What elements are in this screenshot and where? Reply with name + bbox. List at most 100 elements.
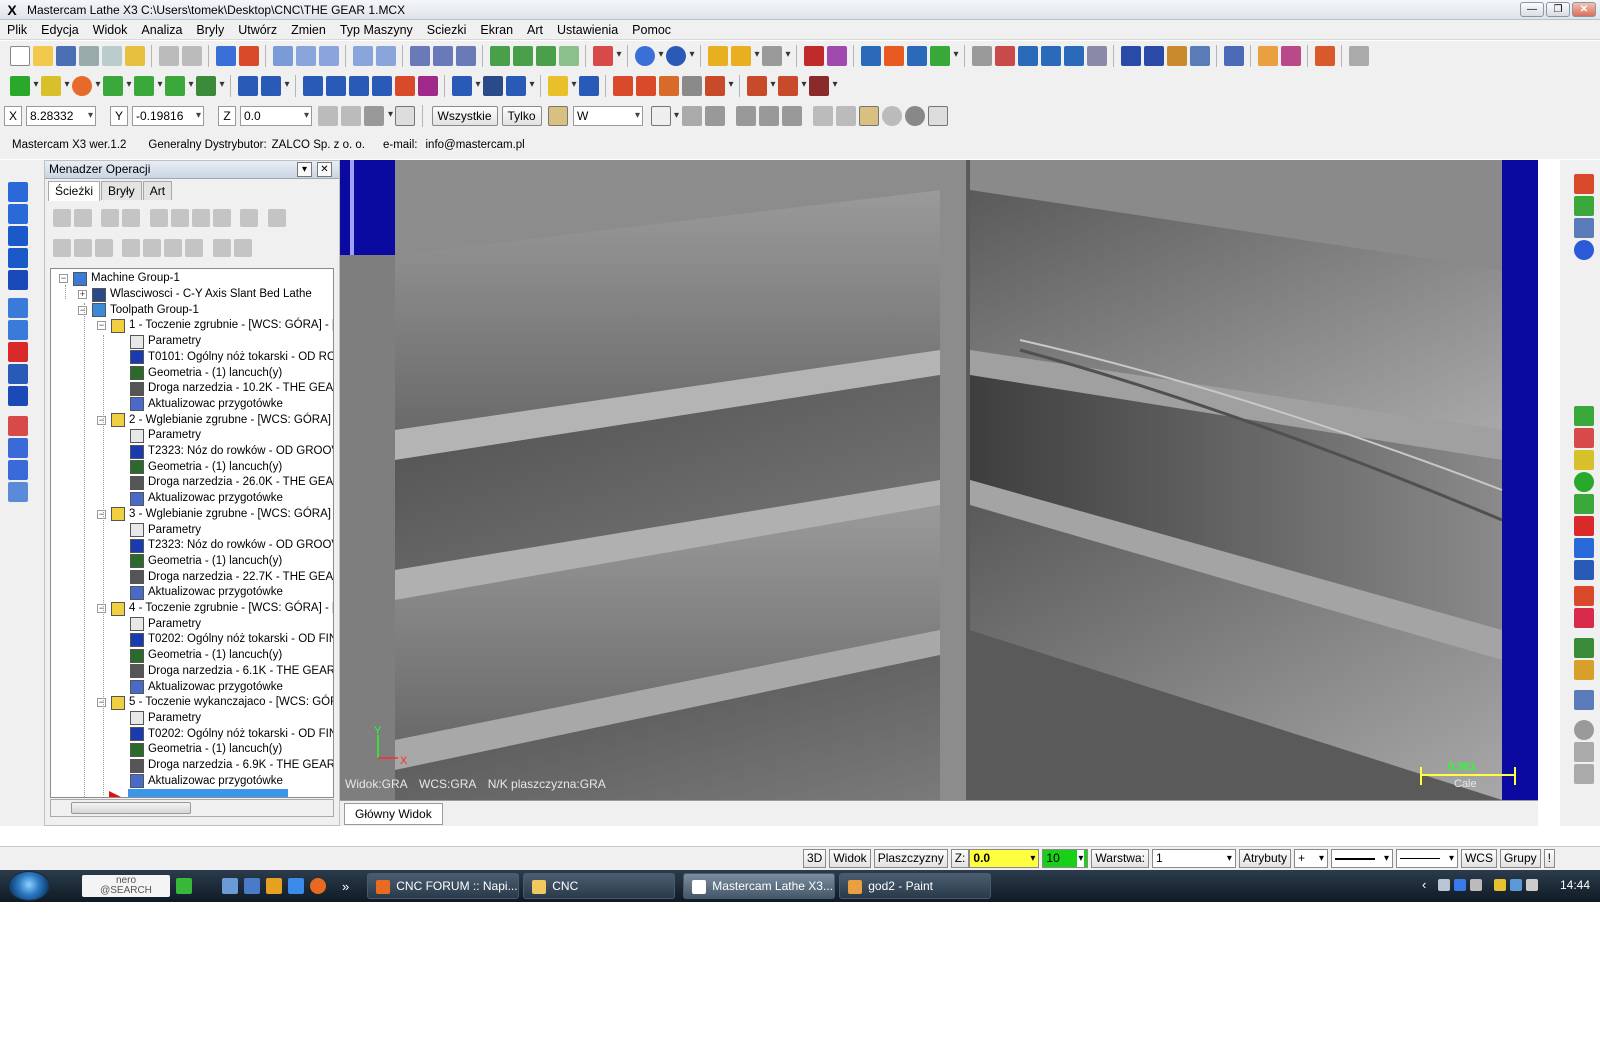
line-style-field[interactable]: ▾: [1330, 849, 1393, 868]
tree-item[interactable]: Geometria - (1) lancuch(y): [116, 459, 282, 475]
path-icon[interactable]: [578, 76, 599, 96]
print-preview-icon[interactable]: [101, 46, 122, 66]
view-cube2-icon[interactable]: [1143, 46, 1164, 66]
pan-icon[interactable]: [215, 46, 236, 66]
right-tool-9-icon[interactable]: [1573, 494, 1594, 514]
y-coord-input[interactable]: -0.19816 ▾: [132, 106, 204, 126]
lamp-icon[interactable]: [547, 76, 577, 96]
zoom-out-icon[interactable]: [352, 46, 373, 66]
system-clock[interactable]: 14:44: [1560, 878, 1590, 892]
insert-after-icon[interactable]: [164, 239, 182, 257]
trim-icon[interactable]: [971, 46, 992, 66]
menu-pomoc[interactable]: Pomoc: [625, 23, 678, 37]
minimize-button[interactable]: —: [1520, 2, 1544, 17]
autocursor-settings-icon[interactable]: [364, 106, 393, 126]
cursor-icon[interactable]: [651, 106, 679, 126]
cube-top-icon[interactable]: [489, 46, 510, 66]
media-player-icon[interactable]: [266, 878, 282, 894]
selection-mode-icon[interactable]: [547, 106, 568, 126]
tree-item[interactable]: Droga narzedzia - 26.0K - THE GEAR 1: [116, 475, 333, 491]
toolpath-select-icon[interactable]: [432, 46, 453, 66]
drill-icon[interactable]: [746, 76, 776, 96]
repaint-icon[interactable]: [238, 46, 259, 66]
tree-item[interactable]: Droga narzedzia - 10.2K - THE GEAR 1: [116, 381, 333, 397]
help-pointer-icon[interactable]: [803, 46, 824, 66]
toggle-post-icon[interactable]: [94, 239, 113, 257]
point-icon[interactable]: [9, 76, 39, 96]
select-body-icon[interactable]: [759, 106, 780, 126]
finish-icon[interactable]: [658, 76, 679, 96]
right-tool-8-icon[interactable]: [1573, 472, 1594, 492]
shading-icon[interactable]: [592, 46, 622, 66]
properties-icon[interactable]: [124, 46, 145, 66]
left-tool-8-icon[interactable]: [7, 342, 28, 362]
tree-expander[interactable]: −: [97, 415, 106, 425]
tray-lan-icon[interactable]: [1510, 879, 1522, 891]
move-up-icon[interactable]: [143, 239, 161, 257]
menu-utworz[interactable]: Utwórz: [231, 23, 284, 37]
circle-icon[interactable]: [71, 76, 101, 96]
view-button[interactable]: Widok: [829, 849, 871, 868]
select-back-icon[interactable]: [813, 106, 834, 126]
tree-item[interactable]: Aktualizowac przygotówke: [116, 585, 283, 601]
left-tool-1-icon[interactable]: [7, 182, 28, 202]
grid-icon[interactable]: [482, 76, 503, 96]
wcs-button[interactable]: WCS: [1460, 849, 1497, 868]
right-tool-18-icon[interactable]: [1573, 720, 1594, 740]
multi-pencil-icon[interactable]: [730, 46, 760, 66]
x-coord-label[interactable]: X: [4, 106, 22, 126]
tree-item[interactable]: Aktualizowac przygotówke: [116, 773, 283, 789]
rotate-icon[interactable]: [260, 76, 290, 96]
tree-item[interactable]: Parametry: [116, 711, 201, 727]
task-cnc-folder[interactable]: CNC: [523, 873, 676, 899]
zoom-window-icon[interactable]: [295, 46, 316, 66]
left-tool-11-icon[interactable]: [7, 416, 28, 436]
dimension-icon[interactable]: [860, 46, 881, 66]
tree-item[interactable]: Droga narzedzia - 6.9K - THE GEAR 1.N: [116, 758, 333, 774]
start-button[interactable]: [8, 871, 50, 901]
left-tool-6-icon[interactable]: [7, 298, 28, 318]
tree-item[interactable]: Parametry: [116, 522, 201, 538]
tree-item[interactable]: Geometria - (1) lancuch(y): [116, 648, 282, 664]
tree-item[interactable]: Droga narzedzia - 22.7K - THE GEAR 1: [116, 569, 333, 585]
scrollbar-thumb[interactable]: [71, 802, 191, 814]
menu-edycja[interactable]: Edycja: [34, 23, 86, 37]
task-mastercam[interactable]: Mastercam Lathe X3...: [683, 873, 836, 899]
menu-analiza[interactable]: Analiza: [134, 23, 189, 37]
plane-icon[interactable]: [1166, 46, 1187, 66]
right-tool-11-icon[interactable]: [1573, 538, 1594, 558]
right-tool-17-icon[interactable]: [1573, 690, 1594, 710]
select-window-icon[interactable]: [682, 106, 703, 126]
selection-mode-select[interactable]: W ▾: [573, 106, 644, 126]
triangle-tool-icon[interactable]: [505, 76, 535, 96]
transform-icon[interactable]: [929, 46, 959, 66]
task-cnc-forum[interactable]: CNC FORUM :: Napi...: [367, 873, 520, 899]
tree-item[interactable]: Geometria - (1) lancuch(y): [116, 554, 282, 570]
panel-close-button[interactable]: ✕: [317, 162, 332, 177]
main-view-tab[interactable]: Główny Widok: [344, 803, 443, 825]
regenerate-icon[interactable]: [101, 209, 119, 227]
y-coord-label[interactable]: Y: [110, 106, 128, 126]
tree-expander[interactable]: +: [78, 290, 87, 300]
layer-button[interactable]: Warstwa:: [1091, 849, 1149, 868]
rough-icon[interactable]: [635, 76, 656, 96]
menu-zmien[interactable]: Zmien: [284, 23, 333, 37]
tool-stock-icon[interactable]: [808, 76, 838, 96]
tree-item[interactable]: Droga narzedzia - 6.1K - THE GEAR 1.N: [116, 664, 333, 680]
tab-sciezki[interactable]: Ścieżki: [48, 181, 101, 201]
right-tool-13-icon[interactable]: [1573, 586, 1594, 606]
tree-expander[interactable]: −: [97, 321, 106, 331]
select-solid-icon[interactable]: [705, 106, 726, 126]
x-coord-input[interactable]: 8.28332 ▾: [26, 106, 96, 126]
tree-item[interactable]: Parametry: [116, 334, 201, 350]
heart-icon[interactable]: [1257, 46, 1278, 66]
list-icon[interactable]: [826, 46, 847, 66]
face-icon[interactable]: [612, 76, 633, 96]
view-cube-icon[interactable]: [1120, 46, 1141, 66]
show-stock-icon[interactable]: [233, 239, 252, 257]
cube-iso-icon[interactable]: [558, 46, 579, 66]
quicklaunch-overflow[interactable]: »: [342, 879, 349, 894]
attributes-button[interactable]: Atrybuty: [1238, 849, 1291, 868]
line-icon[interactable]: [40, 76, 70, 96]
tree-item[interactable]: − Toolpath Group-1: [78, 302, 199, 318]
